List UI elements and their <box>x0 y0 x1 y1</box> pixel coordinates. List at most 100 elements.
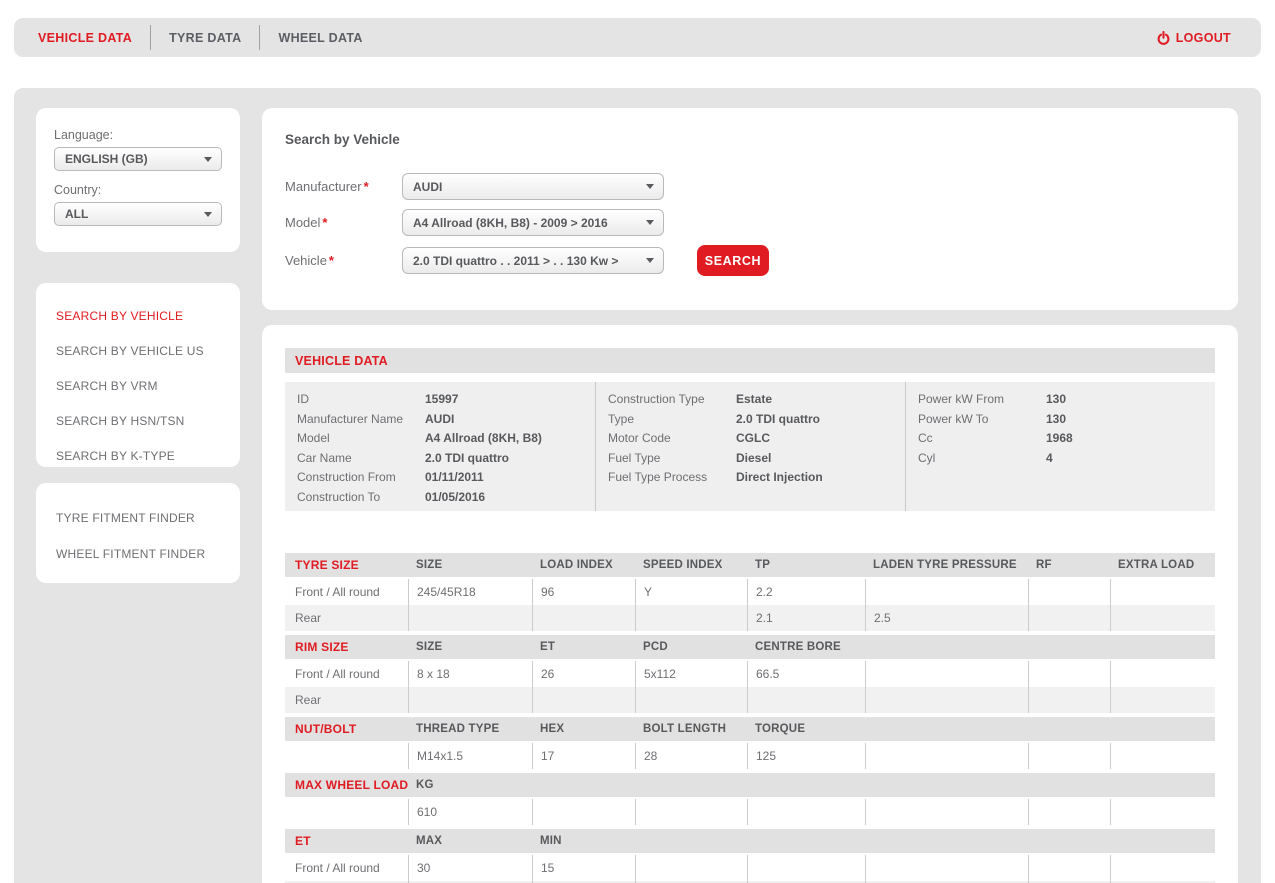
info-column: Power kW From130Power kW To130Cc1968Cyl4 <box>905 382 1215 511</box>
sidebar-item-search-by-vrm[interactable]: SEARCH BY VRM <box>56 379 240 393</box>
info-label: Motor Code <box>608 429 736 449</box>
info-row: Cyl4 <box>918 449 1215 469</box>
nav-item-vehicle-data[interactable]: VEHICLE DATA <box>38 31 132 45</box>
table-cell <box>865 687 1028 713</box>
vehicle-data-panel: VEHICLE DATA ID15997Manufacturer NameAUD… <box>262 325 1238 883</box>
fitment-tables: TYRE SIZESIZELOAD INDEXSPEED INDEXTPLADE… <box>285 553 1215 883</box>
table-cell <box>747 799 865 825</box>
row-label-cell: Front / All round <box>285 579 408 605</box>
country-select[interactable]: ALL <box>54 202 222 226</box>
table-cell <box>1110 605 1215 631</box>
info-value: 01/11/2011 <box>425 468 484 488</box>
table-cell <box>1028 855 1110 881</box>
table-cell: 2.5 <box>865 605 1028 631</box>
info-row: Fuel Type ProcessDirect Injection <box>608 468 905 488</box>
table-cell <box>1028 799 1110 825</box>
vehicle-label: Vehicle* <box>285 253 402 268</box>
table-header-cell: HEX <box>532 723 635 735</box>
page-title: Search by Vehicle <box>285 132 1215 147</box>
info-label: Manufacturer Name <box>297 410 425 430</box>
sidebar-item-wheel-fitment-finder[interactable]: WHEEL FITMENT FINDER <box>56 547 240 561</box>
sidebar-item-tyre-fitment-finder[interactable]: TYRE FITMENT FINDER <box>56 511 240 525</box>
language-select[interactable]: ENGLISH (GB) <box>54 147 222 171</box>
fitment-table: RIM SIZESIZEETPCDCENTRE BOREFront / All … <box>285 635 1215 713</box>
chevron-down-icon <box>646 184 654 189</box>
table-cell <box>532 799 635 825</box>
info-value: 1968 <box>1046 429 1073 449</box>
table-cell <box>408 687 532 713</box>
table-cell <box>532 605 635 631</box>
sidebar-item-search-by-hsn-tsn[interactable]: SEARCH BY HSN/TSN <box>56 414 240 428</box>
nav-item-wheel-data[interactable]: WHEEL DATA <box>278 31 362 45</box>
info-row: Manufacturer NameAUDI <box>297 410 595 430</box>
info-column: Construction TypeEstateType2.0 TDI quatt… <box>595 382 905 511</box>
table-cell <box>635 687 747 713</box>
table-cell: 28 <box>635 743 747 769</box>
table-header-row: ETMAXMIN <box>285 829 1215 853</box>
nav-item-tyre-data[interactable]: TYRE DATA <box>169 31 241 45</box>
info-label: Cc <box>918 429 1046 449</box>
vehicle-row: Vehicle* 2.0 TDI quattro . . 2011 > . . … <box>285 245 1215 276</box>
table-cell <box>635 855 747 881</box>
fitment-table: NUT/BOLTTHREAD TYPEHEXBOLT LENGTHTORQUEM… <box>285 717 1215 769</box>
language-label: Language: <box>54 128 222 142</box>
table-cell <box>1110 687 1215 713</box>
sidebar-item-search-by-vehicle-us[interactable]: SEARCH BY VEHICLE US <box>56 344 240 358</box>
required-asterisk: * <box>322 215 327 230</box>
model-select[interactable]: A4 Allroad (8KH, B8) - 2009 > 2016 <box>402 209 664 236</box>
table-section-label: RIM SIZE <box>285 640 408 654</box>
info-label: Power kW To <box>918 410 1046 430</box>
table-rows: 610 <box>285 799 1215 825</box>
sidebar-item-search-by-k-type[interactable]: SEARCH BY K-TYPE <box>56 449 240 463</box>
logout-label: LOGOUT <box>1176 31 1231 45</box>
fitment-table: ETMAXMINFront / All round3015Rear3015 <box>285 829 1215 883</box>
chevron-down-icon <box>204 212 212 217</box>
info-value: A4 Allroad (8KH, B8) <box>425 429 542 449</box>
info-value: 130 <box>1046 410 1066 430</box>
table-cell: 125 <box>747 743 865 769</box>
table-cell <box>532 687 635 713</box>
table-cell: 610 <box>408 799 532 825</box>
manufacturer-select[interactable]: AUDI <box>402 173 664 200</box>
info-value: CGLC <box>736 429 770 449</box>
table-cell <box>1110 855 1215 881</box>
table-section-label: ET <box>285 834 408 848</box>
manufacturer-row: Manufacturer* AUDI <box>285 173 1215 200</box>
info-row: Construction From01/11/2011 <box>297 468 595 488</box>
table-rows: M14x1.51728125 <box>285 743 1215 769</box>
info-value: 15997 <box>425 390 458 410</box>
info-value: Direct Injection <box>736 468 823 488</box>
info-label: Construction From <box>297 468 425 488</box>
required-asterisk: * <box>364 179 369 194</box>
info-value: 01/05/2016 <box>425 488 485 508</box>
table-cell <box>1110 743 1215 769</box>
table-cell: 245/45R18 <box>408 579 532 605</box>
table-rows: Front / All round245/45R1896Y2.2Rear2.12… <box>285 579 1215 631</box>
table-header-cell: CENTRE BORE <box>747 641 865 653</box>
logout-button[interactable]: LOGOUT <box>1157 31 1231 45</box>
table-cell: 66.5 <box>747 661 865 687</box>
table-row: Front / All round3015 <box>285 855 1215 881</box>
info-label: Model <box>297 429 425 449</box>
chevron-down-icon <box>646 258 654 263</box>
search-button[interactable]: SEARCH <box>697 245 769 276</box>
table-header-row: RIM SIZESIZEETPCDCENTRE BORE <box>285 635 1215 659</box>
sidebar-item-search-by-vehicle[interactable]: SEARCH BY VEHICLE <box>56 309 240 323</box>
info-value: AUDI <box>425 410 454 430</box>
table-cell <box>1110 579 1215 605</box>
table-cell: 8 x 18 <box>408 661 532 687</box>
vehicle-select-value: 2.0 TDI quattro . . 2011 > . . 130 Kw > <box>413 254 618 268</box>
table-header-cell: MIN <box>532 835 635 847</box>
vehicle-select[interactable]: 2.0 TDI quattro . . 2011 > . . 130 Kw > <box>402 247 664 274</box>
table-cell <box>865 579 1028 605</box>
table-header-cell: TORQUE <box>747 723 865 735</box>
table-cell <box>635 799 747 825</box>
info-row: Motor CodeCGLC <box>608 429 905 449</box>
model-row: Model* A4 Allroad (8KH, B8) - 2009 > 201… <box>285 209 1215 236</box>
nav-divider <box>150 25 151 50</box>
table-cell: 96 <box>532 579 635 605</box>
table-header-cell: LADEN TYRE PRESSURE <box>865 559 1028 571</box>
info-value: 2.0 TDI quattro <box>736 410 820 430</box>
table-rows: Front / All round8 x 18265x11266.5Rear <box>285 661 1215 713</box>
table-cell <box>1110 799 1215 825</box>
